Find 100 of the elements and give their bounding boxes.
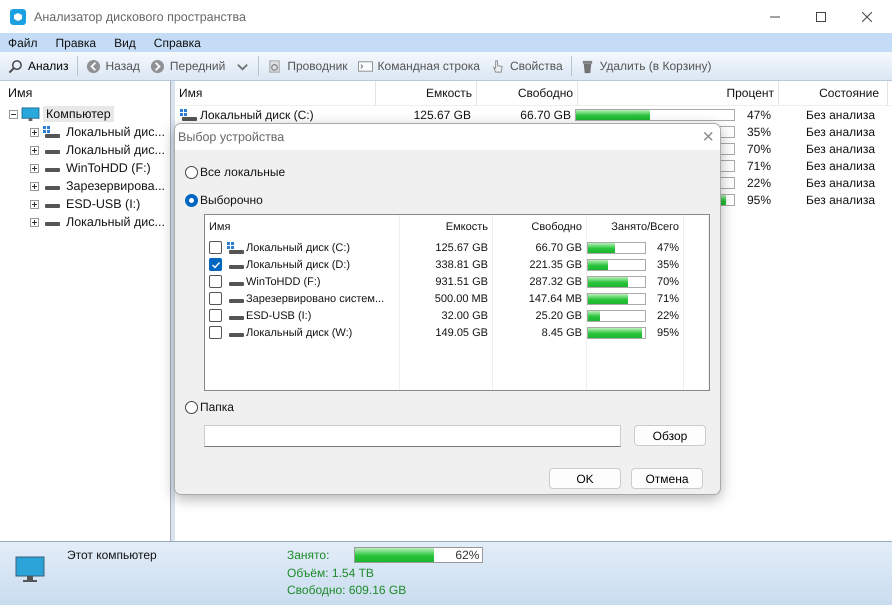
radio-button[interactable] — [185, 194, 198, 206]
drive-icon — [45, 168, 60, 172]
tree-item[interactable]: Локальный дис... — [63, 124, 168, 140]
maximize-icon[interactable] — [816, 12, 826, 22]
drive-icon — [45, 204, 60, 208]
document-icon — [267, 58, 282, 74]
checkbox[interactable] — [209, 275, 222, 288]
expand-icon[interactable] — [30, 146, 39, 154]
table-cell-text: Без анализа — [805, 176, 876, 190]
drive-icon — [45, 222, 60, 226]
dialog-title: Выбор устройства — [178, 130, 284, 144]
expand-icon[interactable] — [30, 128, 39, 136]
app-icon — [10, 8, 26, 24]
column-header[interactable]: Имя — [205, 215, 400, 239]
expand-icon[interactable] — [30, 182, 39, 190]
menu-item[interactable]: Вид — [114, 36, 136, 50]
table-cell: ESD-USB (I:) — [246, 310, 312, 322]
ok-button[interactable]: OK — [549, 468, 621, 489]
free-label: Свободно: 609.16 GB — [287, 583, 408, 597]
radio-button[interactable] — [185, 166, 198, 178]
column-header[interactable]: Занято/Всего — [587, 215, 684, 239]
table-cell-text: 71% — [656, 292, 679, 304]
drive-icon — [229, 282, 244, 286]
drive-icon — [229, 332, 244, 336]
close-icon[interactable]: × — [702, 126, 714, 148]
table-cell-text: Без анализа — [805, 192, 876, 206]
tree-item[interactable]: Локальный дис... — [63, 214, 168, 230]
column-header[interactable]: Свободно — [493, 215, 587, 239]
table-cell: 338.81 GB — [400, 256, 493, 273]
table-cell: WinToHDD (F:) — [246, 276, 321, 288]
table-cell: Локальный диск (W:) — [246, 326, 352, 338]
table-cell-text: Без анализа — [805, 124, 876, 138]
back-icon — [86, 58, 101, 74]
table-cell: Зарезервировано систем... — [246, 292, 384, 304]
column-header[interactable]: Имя — [175, 81, 376, 105]
monitor-icon — [21, 106, 40, 122]
table-cell: Локальный диск (C:) — [200, 108, 314, 122]
monitor-icon — [15, 556, 45, 584]
column-header[interactable]: Свободно — [477, 81, 578, 105]
table-cell: Локальный диск (C:) — [246, 242, 350, 254]
used-label: Занято: — [287, 548, 330, 562]
table-cell: 125.67 GB — [400, 239, 493, 256]
table-cell: 149.05 GB — [400, 324, 493, 341]
window-title: Анализатор дискового пространства — [34, 10, 246, 24]
tree-item[interactable]: WinToHDD (F:) — [63, 160, 154, 176]
radio-label[interactable]: Выборочно — [200, 193, 263, 207]
expand-icon[interactable] — [30, 200, 39, 208]
computer-label: Этот компьютер — [67, 548, 158, 562]
table-cell-text: 22% — [746, 176, 771, 190]
column-header[interactable]: Имя — [0, 81, 170, 105]
drive-icon — [45, 150, 60, 154]
tree-item[interactable]: Локальный дис... — [63, 142, 168, 158]
drive-icon — [45, 186, 60, 190]
volume-label: Объём: 1.54 TB — [287, 566, 375, 580]
expand-icon[interactable] — [30, 164, 39, 172]
table-cell: 931.51 GB — [400, 273, 493, 290]
close-icon[interactable] — [862, 12, 872, 22]
table-cell-text: 22% — [656, 310, 679, 322]
checkbox[interactable] — [209, 241, 222, 254]
checkbox[interactable] — [209, 309, 222, 322]
table-cell: 66.70 GB — [520, 108, 571, 122]
table-cell-text: 95% — [746, 192, 771, 206]
drive-icon — [229, 264, 244, 268]
cancel-button[interactable]: Отмена — [631, 468, 703, 489]
toolbar-button[interactable]: Анализ — [3, 56, 74, 76]
table-cell-text: 70% — [746, 142, 771, 156]
menu-item[interactable]: Файл — [8, 36, 38, 50]
expand-icon[interactable] — [30, 218, 39, 226]
folder-path-field[interactable] — [204, 425, 621, 447]
checkbox[interactable] — [209, 292, 222, 305]
collapse-icon[interactable] — [9, 110, 18, 118]
menu-item[interactable]: Справка — [154, 36, 201, 50]
search-icon — [8, 58, 23, 74]
table-cell-text: Без анализа — [805, 142, 876, 156]
table-cell: 125.67 GB — [414, 108, 471, 122]
system-drive-icon — [226, 242, 244, 254]
radio-label[interactable]: Папка — [200, 400, 234, 414]
table-cell-text: Без анализа — [805, 108, 876, 122]
radio-button[interactable] — [185, 400, 198, 414]
column-header[interactable]: Состояние — [779, 81, 888, 105]
table-cell-text: 47% — [656, 242, 679, 254]
system-drive-icon — [42, 126, 60, 138]
table-cell-text: 70% — [656, 276, 679, 288]
column-header[interactable]: Емкость — [376, 81, 477, 105]
drive-icon — [229, 298, 244, 302]
tree-item[interactable]: ESD-USB (I:) — [63, 196, 144, 212]
table-cell: 500.00 MB — [400, 290, 493, 307]
tree-item[interactable]: Зарезервирова... — [63, 178, 168, 194]
table-cell-text: Без анализа — [805, 158, 876, 172]
table-cell-text: 95% — [656, 326, 679, 338]
usage-percent: 62% — [455, 548, 480, 562]
console-icon — [358, 58, 373, 74]
menu-item[interactable]: Правка — [56, 36, 96, 50]
checkbox[interactable] — [209, 258, 222, 271]
checkbox[interactable] — [209, 326, 222, 339]
radio-label[interactable]: Все локальные — [200, 165, 286, 179]
column-header[interactable]: Процент — [578, 81, 779, 105]
column-header[interactable]: Емкость — [400, 215, 493, 239]
tree-item[interactable]: Компьютер — [43, 106, 114, 122]
browse-button[interactable]: Обзор — [634, 425, 706, 446]
